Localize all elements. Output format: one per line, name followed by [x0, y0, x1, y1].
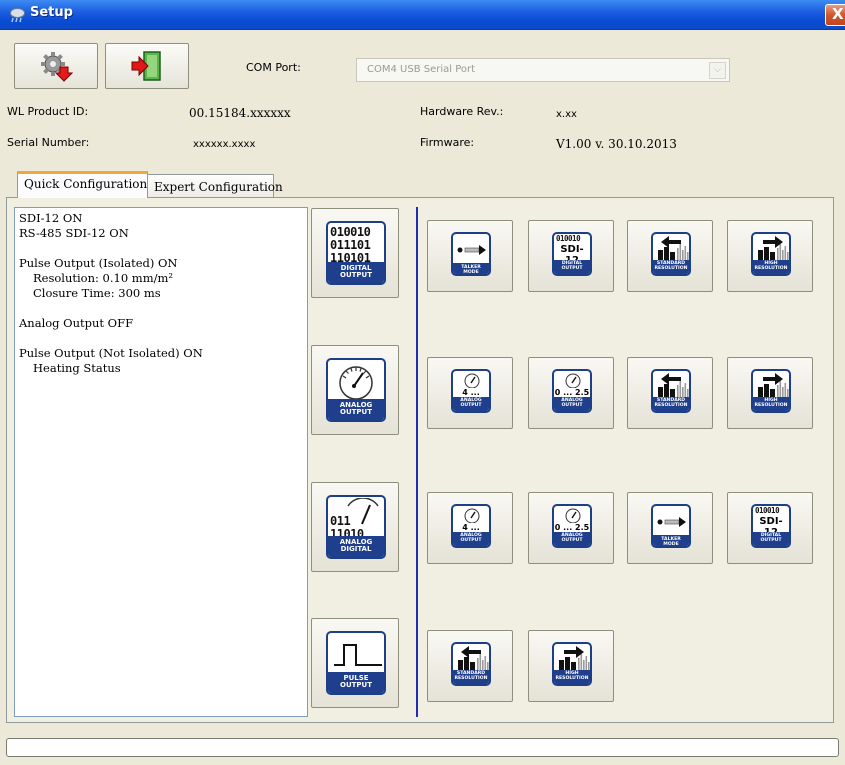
high-resolution-button[interactable]: HIGH RESOLUTION	[528, 630, 614, 702]
chevron-down-icon[interactable]: ⌵	[709, 62, 726, 79]
gear-download-icon	[41, 52, 73, 82]
summary-line: RS-485 SDI-12 ON	[19, 226, 129, 240]
serial-number-label: Serial Number:	[7, 136, 90, 149]
firmware-label: Firmware:	[420, 136, 475, 149]
gauge-volt-icon: 0 ... 2.5 V ANALOGOUTPUT	[552, 504, 592, 548]
analog-0-2-5v-button[interactable]: 0 ... 2.5 V ANALOGOUTPUT	[528, 357, 614, 429]
standard-resolution-icon: STANDARD RESOLUTION	[651, 369, 691, 413]
sdi12-icon: 010010 SDI-12 DIGITALOUTPUT	[552, 232, 592, 276]
high-resolution-button[interactable]: HIGH RESOLUTION	[727, 357, 813, 429]
summary-line: Analog Output OFF	[19, 316, 134, 330]
app-icon	[10, 8, 25, 23]
summary-line: Closure Time: 300 ms	[33, 286, 161, 300]
com-port-value: COM4 USB Serial Port	[367, 64, 476, 75]
analog-output-button[interactable]: ANALOG OUTPUT	[311, 345, 399, 435]
analog-digital-icon: 011 11010 ANALOG DIGITAL	[326, 495, 386, 559]
digital-output-button[interactable]: 010010 011101 110101 DIGITAL OUTPUT	[311, 208, 399, 298]
configuration-summary: SDI-12 ON RS-485 SDI-12 ON Pulse Output …	[14, 207, 308, 717]
pulse-output-button[interactable]: PULSE OUTPUT	[311, 618, 399, 708]
firmware-value: V1.00 v. 30.10.2013	[556, 137, 677, 151]
high-resolution-icon: HIGH RESOLUTION	[552, 642, 592, 686]
title-bar: Setup X	[0, 0, 845, 30]
tab-quick-configuration[interactable]: Quick Configuration	[17, 171, 148, 198]
pulse-icon: PULSE OUTPUT	[326, 631, 386, 695]
hardware-rev-value: x.xx	[556, 109, 577, 120]
tab-expert-configuration[interactable]: Expert Configuration	[147, 174, 283, 198]
standard-resolution-button[interactable]: STANDARD RESOLUTION	[627, 220, 713, 292]
summary-line: Heating Status	[33, 361, 121, 375]
analog-digital-button[interactable]: 011 11010 ANALOG DIGITAL	[311, 482, 399, 572]
sdi12-button[interactable]: 010010 SDI-12 DIGITALOUTPUT	[528, 220, 614, 292]
exit-button[interactable]	[105, 43, 189, 89]
product-id-value: 00.15184.xxxxxx	[189, 106, 291, 120]
summary-line: SDI-12 ON	[19, 211, 83, 225]
exit-door-icon	[131, 51, 161, 81]
summary-line: Pulse Output (Isolated) ON	[19, 256, 178, 270]
product-id-label: WL Product ID:	[7, 105, 89, 118]
vertical-divider	[416, 207, 418, 717]
analog-4-20ma-button[interactable]: 4 ... 20mA ANALOGOUTPUT	[427, 357, 513, 429]
analog-4-20ma-button[interactable]: 4 ... 20mA ANALOGOUTPUT	[427, 492, 513, 564]
window-title: Setup	[30, 5, 73, 20]
com-port-select[interactable]: COM4 USB Serial Port ⌵	[356, 58, 730, 82]
analog-gauge-icon: ANALOG OUTPUT	[326, 358, 386, 422]
sdi12-icon: 010010 SDI-12 DIGITALOUTPUT	[751, 504, 791, 548]
hardware-rev-label: Hardware Rev.:	[420, 105, 504, 118]
quick-configuration-panel: SDI-12 ON RS-485 SDI-12 ON Pulse Output …	[6, 197, 834, 723]
analog-0-2-5v-button[interactable]: 0 ... 2.5 V ANALOGOUTPUT	[528, 492, 614, 564]
serial-number-value: xxxxxx.xxxx	[193, 139, 256, 150]
high-resolution-button[interactable]: HIGH RESOLUTION	[727, 220, 813, 292]
summary-line: Resolution: 0.10 mm/m²	[33, 271, 173, 285]
digital-output-icon: 010010 011101 110101 DIGITAL OUTPUT	[326, 221, 386, 285]
standard-resolution-icon: STANDARD RESOLUTION	[451, 642, 491, 686]
com-port-label: COM Port:	[246, 61, 301, 74]
talker-mode-button[interactable]: TALKER MODE	[427, 220, 513, 292]
gauge-ma-icon: 4 ... 20mA ANALOGOUTPUT	[451, 504, 491, 548]
talker-mode-icon: TALKER MODE	[651, 504, 691, 548]
standard-resolution-button[interactable]: STANDARD RESOLUTION	[627, 357, 713, 429]
status-bar	[6, 738, 839, 757]
gauge-ma-icon: 4 ... 20mA ANALOGOUTPUT	[451, 369, 491, 413]
close-icon: X	[832, 5, 844, 23]
gauge-volt-icon: 0 ... 2.5 V ANALOGOUTPUT	[552, 369, 592, 413]
high-resolution-icon: HIGH RESOLUTION	[751, 369, 791, 413]
standard-resolution-icon: STANDARD RESOLUTION	[651, 232, 691, 276]
sdi12-button[interactable]: 010010 SDI-12 DIGITALOUTPUT	[727, 492, 813, 564]
talker-mode-button[interactable]: TALKER MODE	[627, 492, 713, 564]
talker-mode-icon: TALKER MODE	[451, 232, 491, 276]
summary-line: Pulse Output (Not Isolated) ON	[19, 346, 203, 360]
standard-resolution-button[interactable]: STANDARD RESOLUTION	[427, 630, 513, 702]
high-resolution-icon: HIGH RESOLUTION	[751, 232, 791, 276]
close-button[interactable]: X	[825, 4, 845, 26]
write-configuration-button[interactable]	[14, 43, 98, 89]
